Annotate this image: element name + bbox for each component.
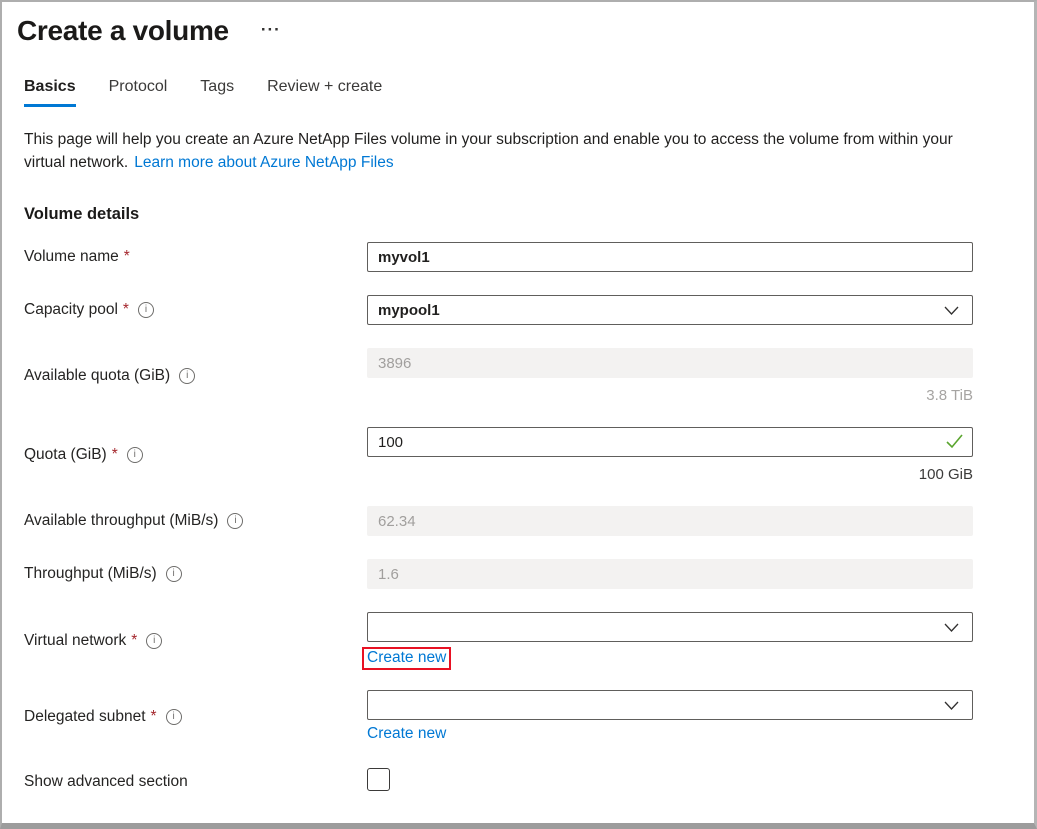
delegated-subnet-label: Delegated subnet — [24, 708, 146, 726]
tab-protocol[interactable]: Protocol — [109, 78, 168, 107]
required-marker: * — [124, 248, 130, 266]
tab-review-create[interactable]: Review + create — [267, 78, 382, 107]
capacity-pool-row: Capacity pool * mypool1 — [24, 295, 973, 325]
chevron-down-icon — [944, 306, 959, 315]
annotation-highlight-box: Create new — [362, 647, 451, 670]
page-title: Create a volume — [17, 15, 229, 47]
available-throughput-label-cell: Available throughput (MiB/s) — [24, 506, 367, 536]
capacity-pool-value: mypool1 — [378, 302, 440, 319]
available-quota-label-cell: Available quota (GiB) — [24, 348, 367, 404]
info-icon[interactable] — [166, 709, 182, 725]
available-quota-hint: 3.8 TiB — [367, 387, 973, 404]
check-icon — [946, 434, 963, 449]
capacity-pool-label-cell: Capacity pool * — [24, 295, 367, 325]
required-marker: * — [131, 632, 137, 650]
quota-row: Quota (GiB) * 100 GiB — [24, 427, 973, 483]
throughput-input — [367, 559, 973, 589]
chevron-down-icon — [944, 623, 959, 632]
show-advanced-row: Show advanced section — [24, 767, 973, 797]
volume-name-label: Volume name — [24, 248, 119, 266]
volume-name-input[interactable] — [367, 242, 973, 272]
throughput-row: Throughput (MiB/s) — [24, 559, 973, 589]
info-icon[interactable] — [146, 633, 162, 649]
show-advanced-checkbox[interactable] — [367, 768, 390, 791]
delegated-subnet-row: Delegated subnet * Create new — [24, 690, 973, 743]
chevron-down-icon — [944, 701, 959, 710]
create-volume-page: Create a volume ··· Basics Protocol Tags… — [0, 0, 1037, 829]
delegated-subnet-label-cell: Delegated subnet * — [24, 690, 367, 743]
create-new-vnet-link[interactable]: Create new — [367, 649, 446, 666]
quota-label-cell: Quota (GiB) * — [24, 427, 367, 483]
available-throughput-input — [367, 506, 973, 536]
available-quota-row: Available quota (GiB) 3.8 TiB — [24, 348, 973, 404]
available-quota-input — [367, 348, 973, 378]
required-marker: * — [112, 446, 118, 464]
create-new-subnet-link[interactable]: Create new — [367, 725, 446, 742]
volume-name-row: Volume name * — [24, 242, 973, 272]
tab-basics[interactable]: Basics — [24, 78, 76, 107]
info-icon[interactable] — [227, 513, 243, 529]
info-icon[interactable] — [138, 302, 154, 318]
intro-text: This page will help you create an Azure … — [24, 128, 973, 174]
more-options-button[interactable]: ··· — [261, 21, 281, 38]
required-marker: * — [151, 708, 157, 726]
throughput-label-cell: Throughput (MiB/s) — [24, 559, 367, 589]
capacity-pool-label: Capacity pool — [24, 301, 118, 319]
tab-bar: Basics Protocol Tags Review + create — [24, 78, 973, 107]
show-advanced-label: Show advanced section — [24, 773, 188, 791]
section-title: Volume details — [24, 205, 973, 224]
quota-label: Quota (GiB) — [24, 446, 107, 464]
virtual-network-label: Virtual network — [24, 632, 126, 650]
info-icon[interactable] — [166, 566, 182, 582]
required-marker: * — [123, 301, 129, 319]
volume-name-label-cell: Volume name * — [24, 242, 367, 272]
info-icon[interactable] — [179, 368, 195, 384]
available-throughput-label: Available throughput (MiB/s) — [24, 512, 218, 530]
quota-hint: 100 GiB — [367, 466, 973, 483]
tab-tags[interactable]: Tags — [200, 78, 234, 107]
info-icon[interactable] — [127, 447, 143, 463]
available-quota-label: Available quota (GiB) — [24, 367, 170, 385]
volume-details-form: Volume name * Capacity pool * mypool1 — [24, 242, 973, 797]
page-header: Create a volume ··· — [17, 15, 973, 47]
delegated-subnet-dropdown[interactable] — [367, 690, 973, 720]
virtual-network-label-cell: Virtual network * — [24, 612, 367, 670]
available-throughput-row: Available throughput (MiB/s) — [24, 506, 973, 536]
quota-input[interactable] — [367, 427, 973, 457]
virtual-network-dropdown[interactable] — [367, 612, 973, 642]
learn-more-link[interactable]: Learn more about Azure NetApp Files — [134, 154, 393, 171]
virtual-network-row: Virtual network * Create new — [24, 612, 973, 670]
throughput-label: Throughput (MiB/s) — [24, 565, 157, 583]
show-advanced-label-cell: Show advanced section — [24, 767, 367, 797]
capacity-pool-dropdown[interactable]: mypool1 — [367, 295, 973, 325]
